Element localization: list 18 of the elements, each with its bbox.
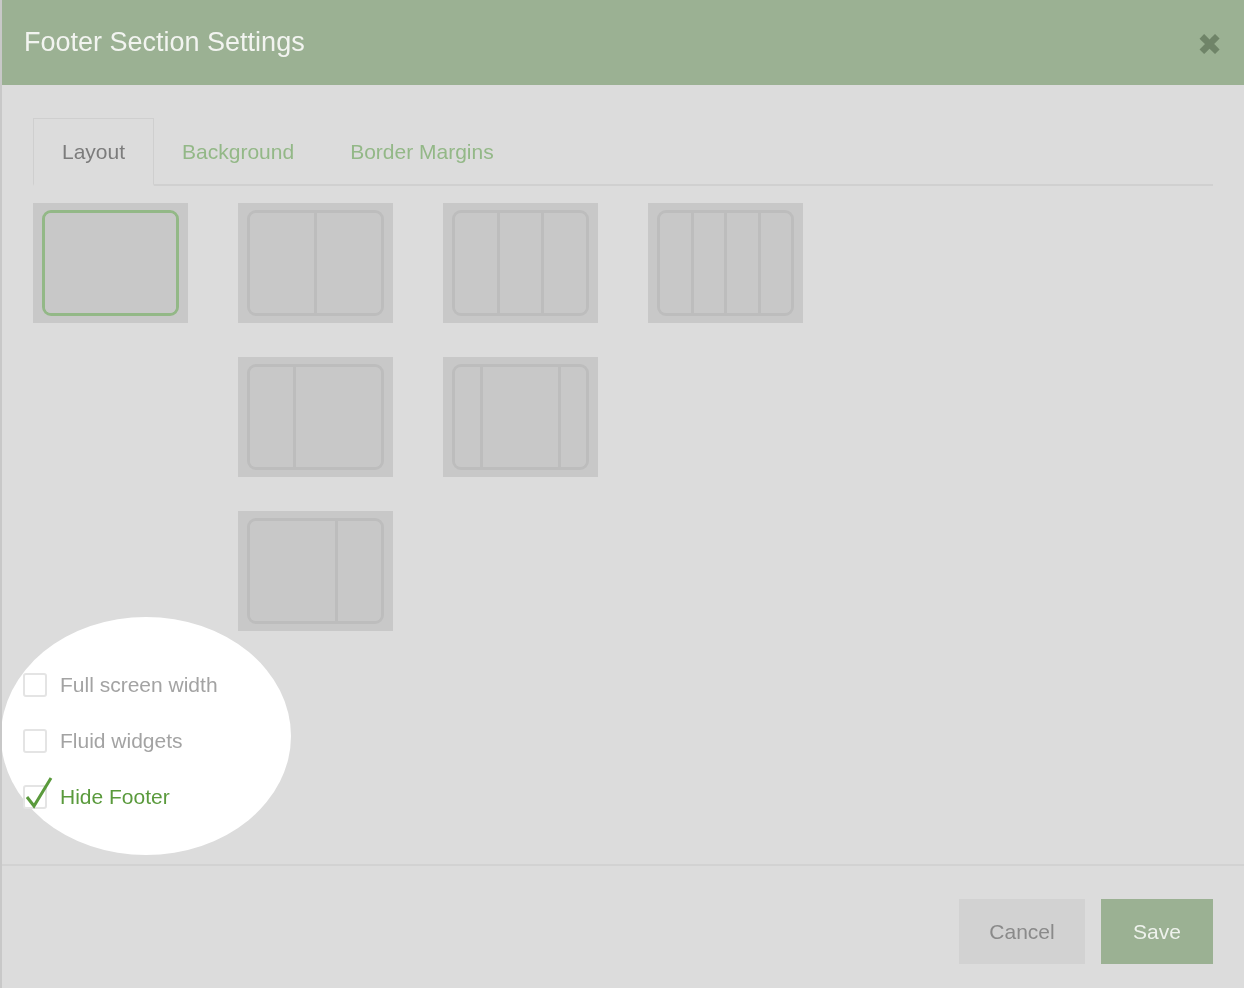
- option-label: Hide Footer: [60, 785, 170, 809]
- cancel-button[interactable]: Cancel: [959, 899, 1085, 964]
- option-label: Full screen width: [60, 673, 218, 697]
- checkbox[interactable]: [23, 775, 53, 809]
- column-layout-option[interactable]: [33, 203, 188, 323]
- column-layout-option[interactable]: [238, 203, 393, 323]
- column-layout-option[interactable]: [238, 511, 393, 631]
- column-layout-option[interactable]: [443, 203, 598, 323]
- window-title: Footer Section Settings: [24, 27, 305, 58]
- option-label: Fluid widgets: [60, 729, 183, 753]
- tab[interactable]: Layout: [33, 118, 155, 186]
- close-button[interactable]: ✖: [1197, 29, 1222, 60]
- column-layout-option[interactable]: [443, 357, 598, 477]
- tab[interactable]: Background: [154, 118, 323, 186]
- column-layout-option[interactable]: [238, 357, 393, 477]
- tab[interactable]: Border Margins: [322, 118, 522, 186]
- column-layout-option[interactable]: [648, 203, 803, 323]
- save-button[interactable]: Save: [1101, 899, 1213, 964]
